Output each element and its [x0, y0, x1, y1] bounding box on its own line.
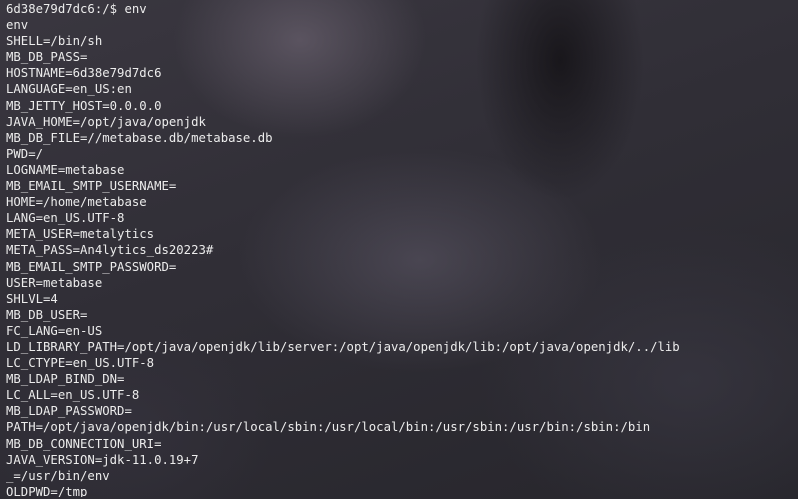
terminal-line: MB_LDAP_PASSWORD=	[6, 404, 132, 419]
terminal-prompt-line: 6d38e79d7dc6:/$ env	[6, 2, 147, 16]
terminal-line: MB_DB_FILE=//metabase.db/metabase.db	[6, 130, 273, 145]
terminal-line: LANG=en_US.UTF-8	[6, 211, 125, 226]
terminal-line: LD_LIBRARY_PATH=/opt/java/openjdk/lib/se…	[6, 339, 680, 354]
terminal-line: SHLVL=4	[6, 291, 58, 306]
terminal-line: PATH=/opt/java/openjdk/bin:/usr/local/sb…	[6, 420, 651, 435]
terminal-line: HOME=/home/metabase	[6, 195, 147, 210]
terminal-line: PWD=/	[6, 146, 44, 161]
terminal-line: LANGUAGE=en_US:en	[6, 82, 132, 97]
terminal-line: MB_EMAIL_SMTP_PASSWORD=	[6, 259, 177, 274]
terminal-line: LC_ALL=en_US.UTF-8	[6, 388, 140, 403]
terminal-line: JAVA_HOME=/opt/java/openjdk	[6, 114, 206, 129]
terminal-line: LOGNAME=metabase	[6, 162, 125, 177]
terminal-line: META_PASS=An4lytics_ds20223#	[6, 243, 214, 258]
terminal-line: MB_EMAIL_SMTP_USERNAME=	[6, 179, 177, 194]
terminal-line: MB_DB_USER=	[6, 307, 88, 322]
terminal-line: MB_JETTY_HOST=0.0.0.0	[6, 98, 162, 113]
terminal-line: JAVA_VERSION=jdk-11.0.19+7	[6, 452, 199, 467]
terminal-line: MB_DB_PASS=	[6, 50, 88, 65]
terminal-line: OLDPWD=/tmp	[6, 484, 88, 497]
terminal-line: HOSTNAME=6d38e79d7dc6	[6, 66, 162, 81]
terminal-line: _=/usr/bin/env	[6, 468, 110, 483]
terminal-line: MB_LDAP_BIND_DN=	[6, 372, 125, 387]
terminal-line: SHELL=/bin/sh	[6, 34, 103, 49]
terminal-line: LC_CTYPE=en_US.UTF-8	[6, 356, 155, 371]
terminal-line: USER=metabase	[6, 275, 103, 290]
terminal-line: FC_LANG=en-US	[6, 323, 103, 338]
terminal-line: env	[6, 18, 29, 33]
terminal-line: MB_DB_CONNECTION_URI=	[6, 436, 162, 451]
terminal-line: META_USER=metalytics	[6, 227, 155, 242]
terminal-output[interactable]: 6d38e79d7dc6:/$ env env SHELL=/bin/sh MB…	[6, 1, 796, 497]
